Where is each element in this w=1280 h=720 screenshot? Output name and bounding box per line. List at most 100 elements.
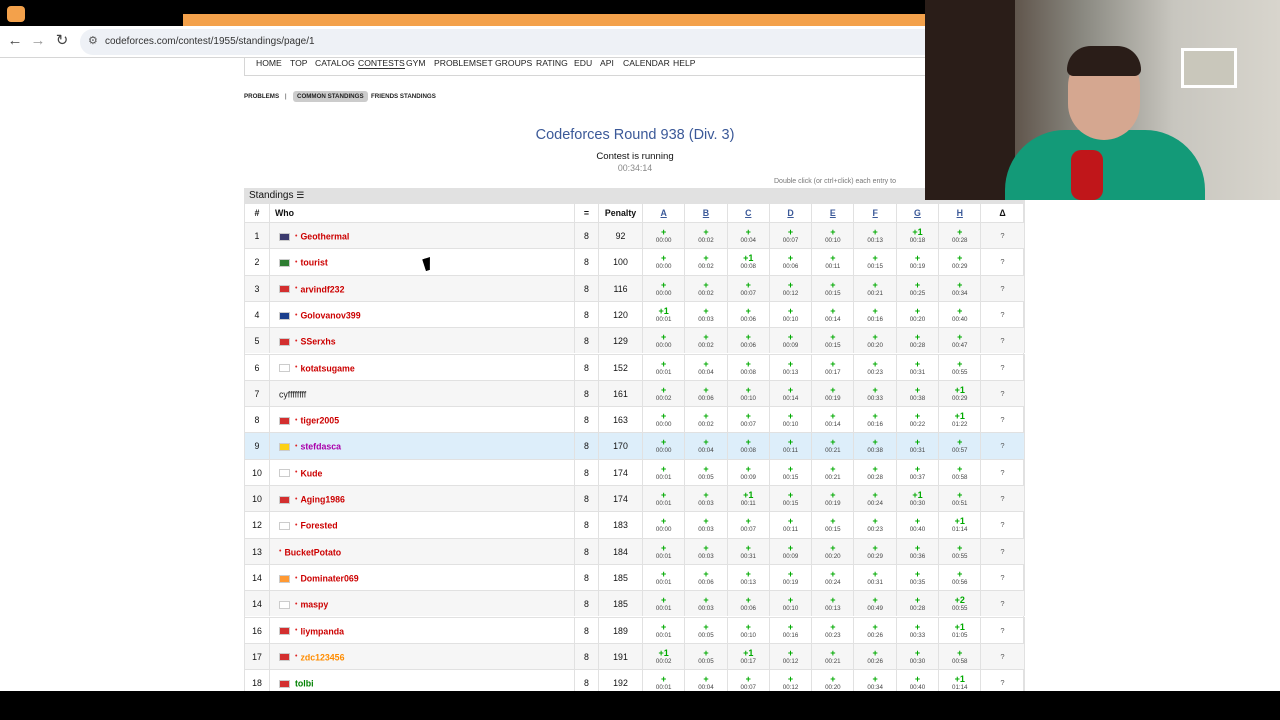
problem-result-e[interactable]: +00:21 xyxy=(812,643,855,670)
back-icon[interactable]: ← xyxy=(6,32,24,50)
participant-handle[interactable]: tiger2005 xyxy=(300,416,339,426)
problem-result-e[interactable]: +00:19 xyxy=(812,486,855,512)
problem-result-h[interactable]: +1 01:14 xyxy=(939,670,982,691)
problem-result-f[interactable]: +00:49 xyxy=(855,591,897,617)
problem-result-f[interactable]: +00:31 xyxy=(855,564,897,591)
problem-result-a[interactable]: +00:00 xyxy=(643,249,686,275)
problem-result-c[interactable]: +1 00:11 xyxy=(728,486,770,512)
problem-result-a[interactable]: +00:01 xyxy=(643,670,686,691)
table-row[interactable]: 13 • BucketPotato 8 184 +00:01 +00:03 +00:31 +00… xyxy=(245,537,1025,564)
contest-title[interactable]: Codeforces Round 938 (Div. 3) xyxy=(245,127,1025,143)
problem-result-e[interactable]: +00:11 xyxy=(812,249,855,275)
problem-result-g[interactable]: +00:20 xyxy=(897,301,940,328)
menu-item-catalog[interactable]: CATALOG xyxy=(315,58,355,68)
row-rating-delta[interactable]: ? xyxy=(981,249,1025,275)
problem-result-g[interactable]: +00:31 xyxy=(897,433,940,459)
problem-result-h[interactable]: +1 01:05 xyxy=(939,617,982,643)
table-row[interactable]: 18 tolbi 8 192 +00:01 +00:04 +00:07 +00:12 +00:2… xyxy=(245,669,1025,691)
problem-result-b[interactable]: +00:06 xyxy=(685,564,728,591)
problem-result-f[interactable]: +00:29 xyxy=(855,538,897,564)
problem-result-b[interactable]: +00:03 xyxy=(685,301,728,328)
problem-result-f[interactable]: +00:28 xyxy=(855,459,897,485)
problem-result-d[interactable]: +00:12 xyxy=(770,275,813,301)
participant-handle[interactable]: cyffffffff xyxy=(279,389,306,399)
header-problem-f[interactable]: F xyxy=(855,204,897,222)
row-rating-delta[interactable]: ? xyxy=(981,617,1025,643)
address-bar[interactable]: ⚙ codeforces.com/contest/1955/standings/… xyxy=(80,29,925,55)
table-row[interactable]: 10 • Aging1986 8 174 +00:01 +00:03 +1 00:11 +00:1… xyxy=(245,485,1025,512)
row-rating-delta[interactable]: ? xyxy=(981,433,1025,459)
problem-result-f[interactable]: +00:16 xyxy=(855,301,897,328)
problem-result-g[interactable]: +00:30 xyxy=(897,643,940,670)
participant-handle[interactable]: tourist xyxy=(300,258,327,268)
problem-result-h[interactable]: +00:47 xyxy=(939,328,982,354)
problem-result-a[interactable]: +00:01 xyxy=(643,564,686,591)
row-rating-delta[interactable]: ? xyxy=(981,486,1025,512)
site-info-icon[interactable]: ⚙ xyxy=(88,34,98,47)
menu-item-top[interactable]: TOP xyxy=(290,58,308,68)
menu-item-contests[interactable]: CONTESTS xyxy=(358,58,405,69)
problem-result-c[interactable]: +00:07 xyxy=(728,512,770,538)
problem-result-e[interactable]: +00:14 xyxy=(812,407,855,433)
row-rating-delta[interactable]: ? xyxy=(981,223,1025,249)
problem-result-e[interactable]: +00:15 xyxy=(812,328,855,354)
problem-result-a[interactable]: +00:00 xyxy=(643,407,686,433)
problem-result-h[interactable]: +00:40 xyxy=(939,301,982,328)
menu-item-help[interactable]: HELP xyxy=(673,58,695,68)
problem-result-c[interactable]: +00:31 xyxy=(728,538,770,564)
problem-result-c[interactable]: +00:10 xyxy=(728,617,770,643)
problem-result-h[interactable]: +00:28 xyxy=(939,223,982,249)
problem-result-e[interactable]: +00:24 xyxy=(812,564,855,591)
header-problem-g[interactable]: G xyxy=(897,204,940,222)
problem-result-e[interactable]: +00:19 xyxy=(812,380,855,407)
problem-result-e[interactable]: +00:10 xyxy=(812,223,855,249)
problem-result-d[interactable]: +00:10 xyxy=(770,407,813,433)
problem-result-b[interactable]: +00:03 xyxy=(685,512,728,538)
problem-result-c[interactable]: +00:04 xyxy=(728,223,770,249)
problem-result-b[interactable]: +00:02 xyxy=(685,407,728,433)
row-rating-delta[interactable]: ? xyxy=(981,564,1025,591)
problem-result-b[interactable]: +00:03 xyxy=(685,486,728,512)
participant-handle[interactable]: tolbi xyxy=(295,679,314,689)
problem-result-h[interactable]: +00:29 xyxy=(939,249,982,275)
problem-result-g[interactable]: +00:40 xyxy=(897,670,940,691)
problem-result-g[interactable]: +00:31 xyxy=(897,354,940,380)
problem-result-b[interactable]: +00:03 xyxy=(685,538,728,564)
problem-result-e[interactable]: +00:17 xyxy=(812,354,855,380)
problem-result-d[interactable]: +00:07 xyxy=(770,223,813,249)
problem-result-c[interactable]: +00:07 xyxy=(728,670,770,691)
problem-result-a[interactable]: +00:00 xyxy=(643,223,686,249)
row-rating-delta[interactable]: ? xyxy=(981,354,1025,380)
problem-result-d[interactable]: +00:16 xyxy=(770,617,813,643)
menu-item-home[interactable]: HOME xyxy=(256,58,282,68)
problem-result-g[interactable]: +1 00:18 xyxy=(897,223,940,249)
problem-result-d[interactable]: +00:10 xyxy=(770,301,813,328)
problem-result-e[interactable]: +00:14 xyxy=(812,301,855,328)
row-rating-delta[interactable]: ? xyxy=(981,459,1025,485)
problem-result-c[interactable]: +1 00:08 xyxy=(728,249,770,275)
table-row[interactable]: 17 • zdc123456 8 191 +1 00:02 +00:05 +1 00:17 +00:… xyxy=(245,642,1025,670)
row-rating-delta[interactable]: ? xyxy=(981,670,1025,691)
problem-result-f[interactable]: +00:26 xyxy=(855,617,897,643)
problem-result-c[interactable]: +00:10 xyxy=(728,380,770,407)
table-row[interactable]: 6 • kotatsugame 8 152 +00:01 +00:04 +00:08 +00:1… xyxy=(245,353,1025,380)
participant-handle[interactable]: stefdasca xyxy=(300,442,341,452)
table-row[interactable]: 14 • Dominater069 8 185 +00:01 +00:06 +00:13 +00… xyxy=(245,563,1025,591)
table-row[interactable]: 16 • liympanda 8 189 +00:01 +00:05 +00:10 +00:16… xyxy=(245,616,1025,643)
problem-result-c[interactable]: +00:08 xyxy=(728,433,770,459)
participant-handle[interactable]: Forested xyxy=(300,521,337,531)
problem-result-b[interactable]: +00:04 xyxy=(685,670,728,691)
problem-result-d[interactable]: +00:11 xyxy=(770,512,813,538)
problem-result-h[interactable]: +00:57 xyxy=(939,433,982,459)
menu-item-calendar[interactable]: CALENDAR xyxy=(623,58,670,68)
problems-link[interactable]: PROBLEMS xyxy=(244,93,279,100)
problem-result-e[interactable]: +00:21 xyxy=(812,459,855,485)
problem-result-f[interactable]: +00:20 xyxy=(855,328,897,354)
problem-result-e[interactable]: +00:15 xyxy=(812,512,855,538)
menu-item-rating[interactable]: RATING xyxy=(536,58,568,68)
problem-result-a[interactable]: +00:01 xyxy=(643,486,686,512)
participant-handle[interactable]: maspy xyxy=(300,600,328,610)
problem-result-c[interactable]: +00:06 xyxy=(728,301,770,328)
problem-result-d[interactable]: +00:12 xyxy=(770,643,813,670)
table-row[interactable]: 1 • Geothermal 8 92 +00:00 +00:02 +00:04 +00:07 +… xyxy=(245,222,1025,249)
